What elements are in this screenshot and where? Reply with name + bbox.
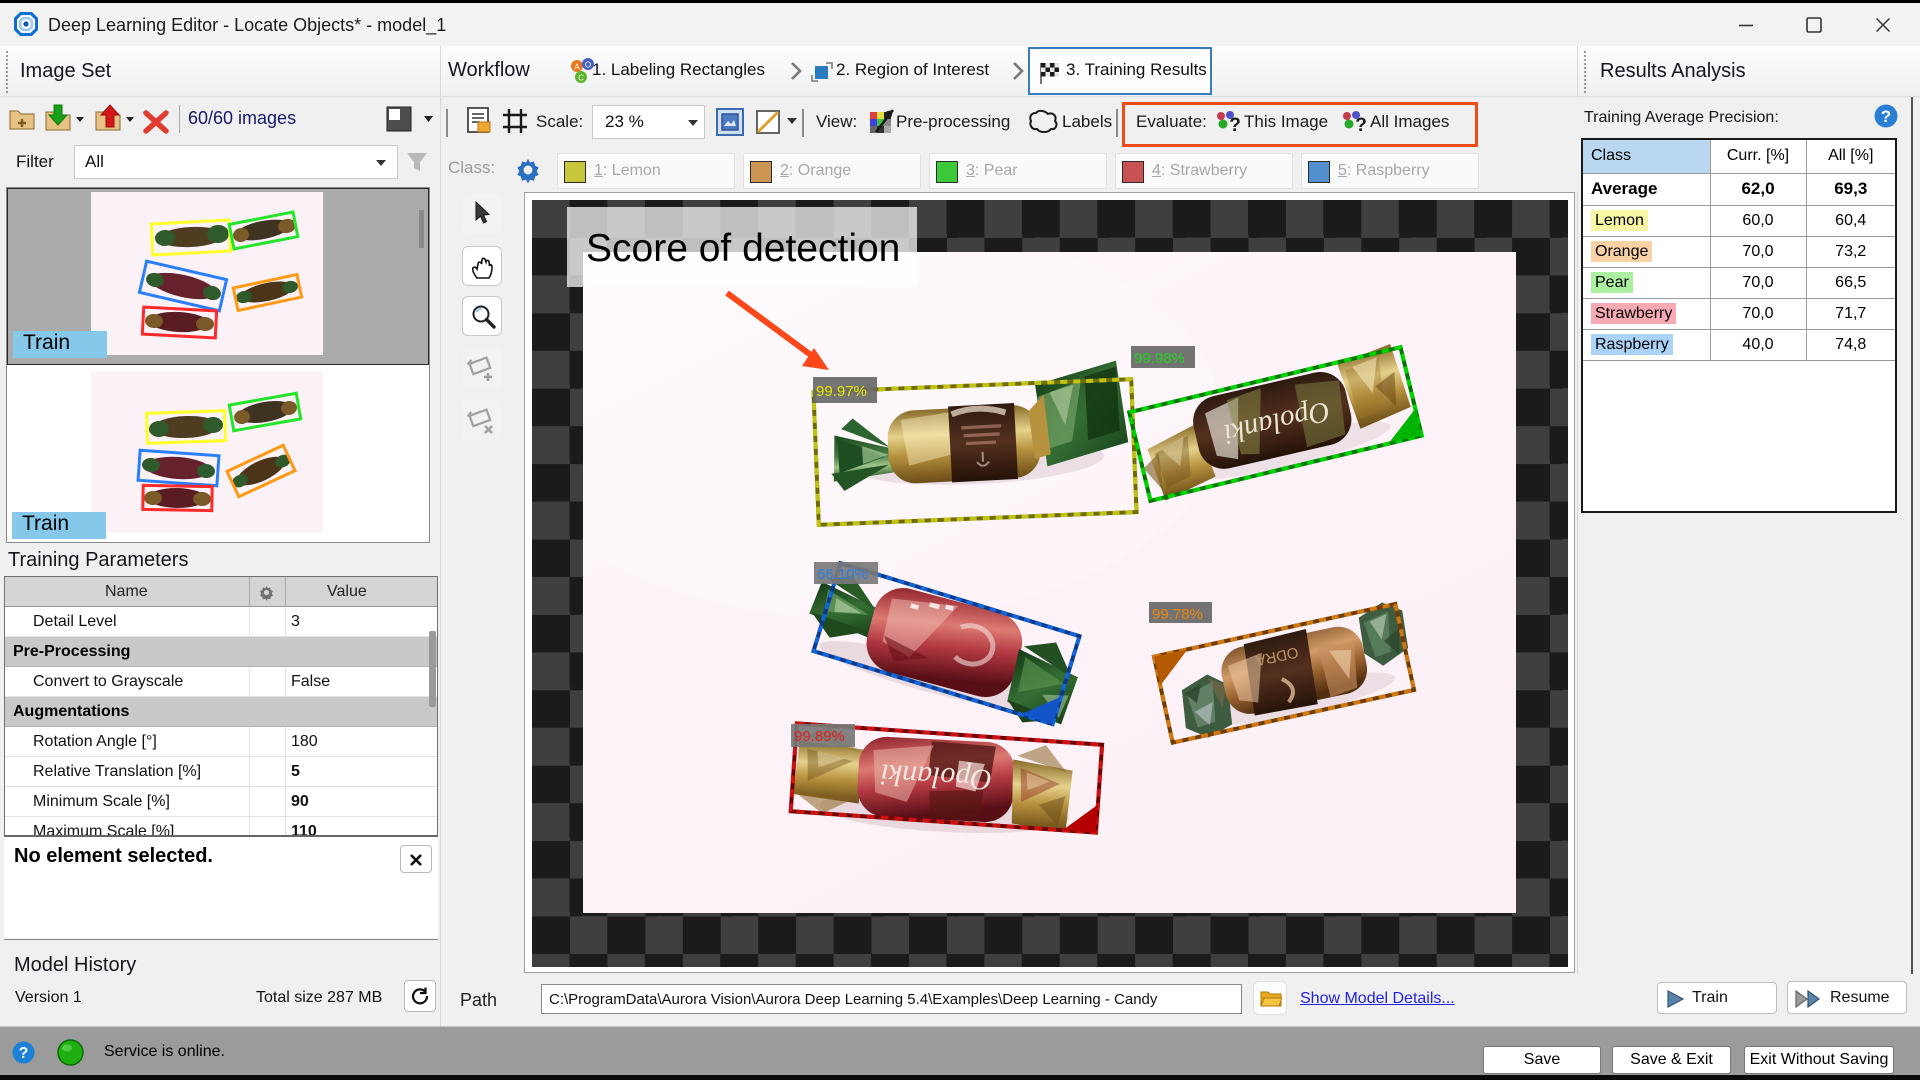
svg-text:99.97%: 99.97% bbox=[816, 383, 867, 400]
svg-text:66.10%: 66.10% bbox=[817, 566, 868, 583]
svg-text:Score of detection: Score of detection bbox=[586, 227, 900, 270]
svg-text:99.89%: 99.89% bbox=[794, 728, 845, 745]
svg-text:99.78%: 99.78% bbox=[1152, 606, 1203, 623]
svg-text:O: O bbox=[585, 61, 591, 70]
svg-text:?: ? bbox=[1881, 107, 1891, 126]
svg-text:?: ? bbox=[1355, 115, 1367, 135]
svg-text:?: ? bbox=[1229, 115, 1241, 135]
svg-text:A: A bbox=[574, 63, 580, 72]
svg-text:C: C bbox=[578, 74, 584, 83]
svg-text:99.98%: 99.98% bbox=[1134, 350, 1185, 367]
svg-text:Opolanki: Opolanki bbox=[880, 758, 993, 797]
